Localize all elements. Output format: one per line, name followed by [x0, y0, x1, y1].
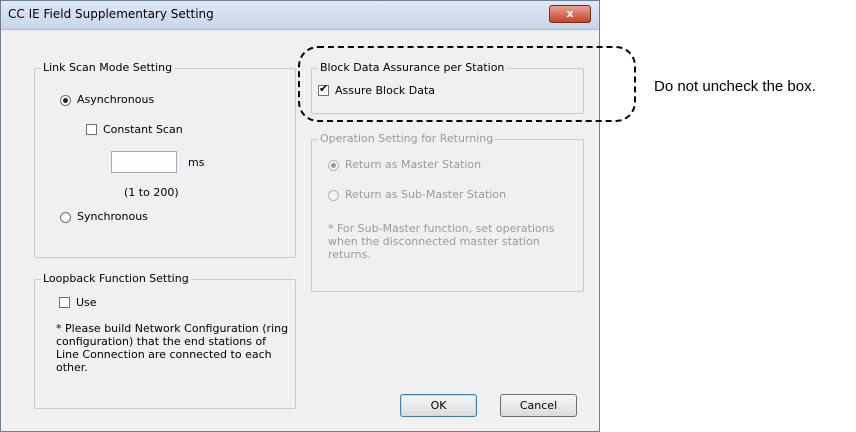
loopback-use-checkbox[interactable]: [59, 297, 70, 308]
constant-scan-ms-input[interactable]: [111, 151, 177, 173]
return-master-radio[interactable]: [328, 160, 339, 171]
callout-highlight-outline: [298, 46, 636, 122]
operation-returning-note: * For Sub-Master function, set operation…: [328, 222, 555, 261]
range-hint: (1 to 200): [124, 186, 179, 199]
return-master-label: Return as Master Station: [345, 158, 482, 171]
ok-button[interactable]: OK: [400, 394, 477, 417]
synchronous-radio[interactable]: [60, 212, 71, 223]
return-submaster-label: Return as Sub-Master Station: [345, 188, 507, 201]
loopback-note: * Please build Network Configuration (ri…: [56, 322, 289, 374]
synchronous-label: Synchronous: [77, 210, 148, 223]
loopback-use-label: Use: [76, 296, 97, 309]
cancel-button[interactable]: Cancel: [500, 394, 577, 417]
link-scan-mode-legend: Link Scan Mode Setting: [41, 61, 175, 74]
callout-note: Do not uncheck the box.: [654, 78, 816, 95]
operation-returning-legend: Operation Setting for Returning: [318, 132, 496, 145]
ms-unit-label: ms: [188, 156, 205, 169]
asynchronous-radio[interactable]: [60, 95, 71, 106]
constant-scan-checkbox[interactable]: [86, 124, 97, 135]
asynchronous-label: Asynchronous: [77, 93, 155, 106]
close-button[interactable]: x: [549, 5, 591, 23]
window-title: CC IE Field Supplementary Setting: [8, 7, 214, 21]
return-submaster-radio[interactable]: [328, 190, 339, 201]
constant-scan-label: Constant Scan: [103, 123, 183, 136]
loopback-function-legend: Loopback Function Setting: [41, 272, 191, 285]
close-icon: x: [566, 7, 574, 20]
title-bar[interactable]: CC IE Field Supplementary Setting x: [1, 1, 599, 30]
